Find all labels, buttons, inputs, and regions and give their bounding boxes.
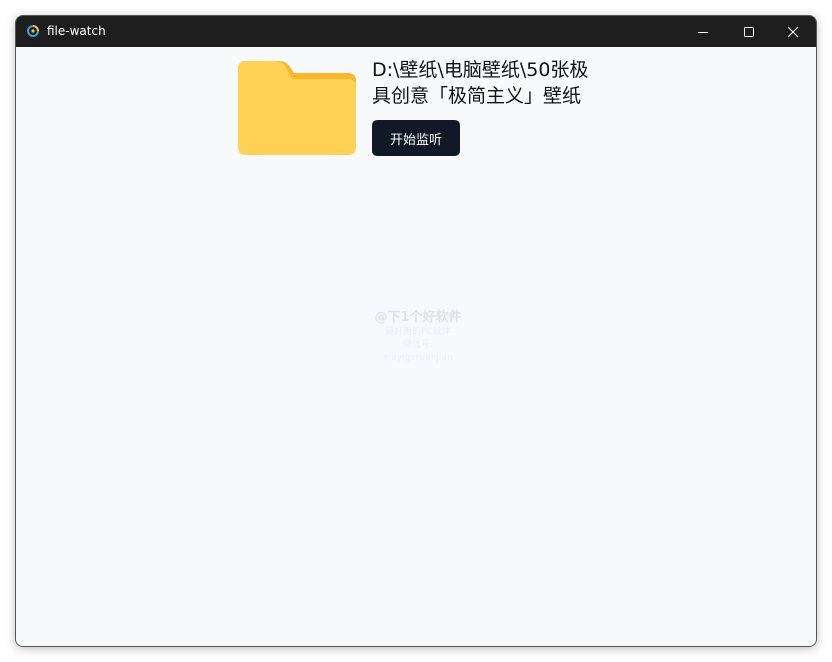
app-window: file-watch D:\壁纸\电脑壁纸\50张极具创意「极简主义」壁纸 开始… (15, 15, 817, 647)
close-button[interactable] (770, 16, 816, 47)
app-logo-icon (25, 23, 41, 39)
folder-icon[interactable] (236, 59, 358, 155)
watermark-sub1: 最好用的PC软件 (385, 327, 451, 337)
window-title: file-watch (47, 24, 106, 38)
watermark: @下1个好软件 最好用的PC软件 微信号: xiayigeruanjian (368, 309, 468, 365)
minimize-button[interactable] (680, 16, 726, 47)
minimize-icon (697, 26, 709, 38)
title-bar[interactable]: file-watch (16, 16, 816, 47)
start-watch-button[interactable]: 开始监听 (372, 120, 460, 156)
maximize-icon (743, 26, 755, 38)
maximize-button[interactable] (726, 16, 772, 47)
watermark-main: @下1个好软件 (374, 310, 462, 325)
main-content: D:\壁纸\电脑壁纸\50张极具创意「极简主义」壁纸 开始监听 @下1个好软件 … (16, 47, 816, 646)
folder-path: D:\壁纸\电脑壁纸\50张极具创意「极简主义」壁纸 (372, 59, 589, 107)
watermark-sub2: 微信号: xiayigeruanjian (383, 340, 453, 363)
close-icon (787, 26, 799, 38)
